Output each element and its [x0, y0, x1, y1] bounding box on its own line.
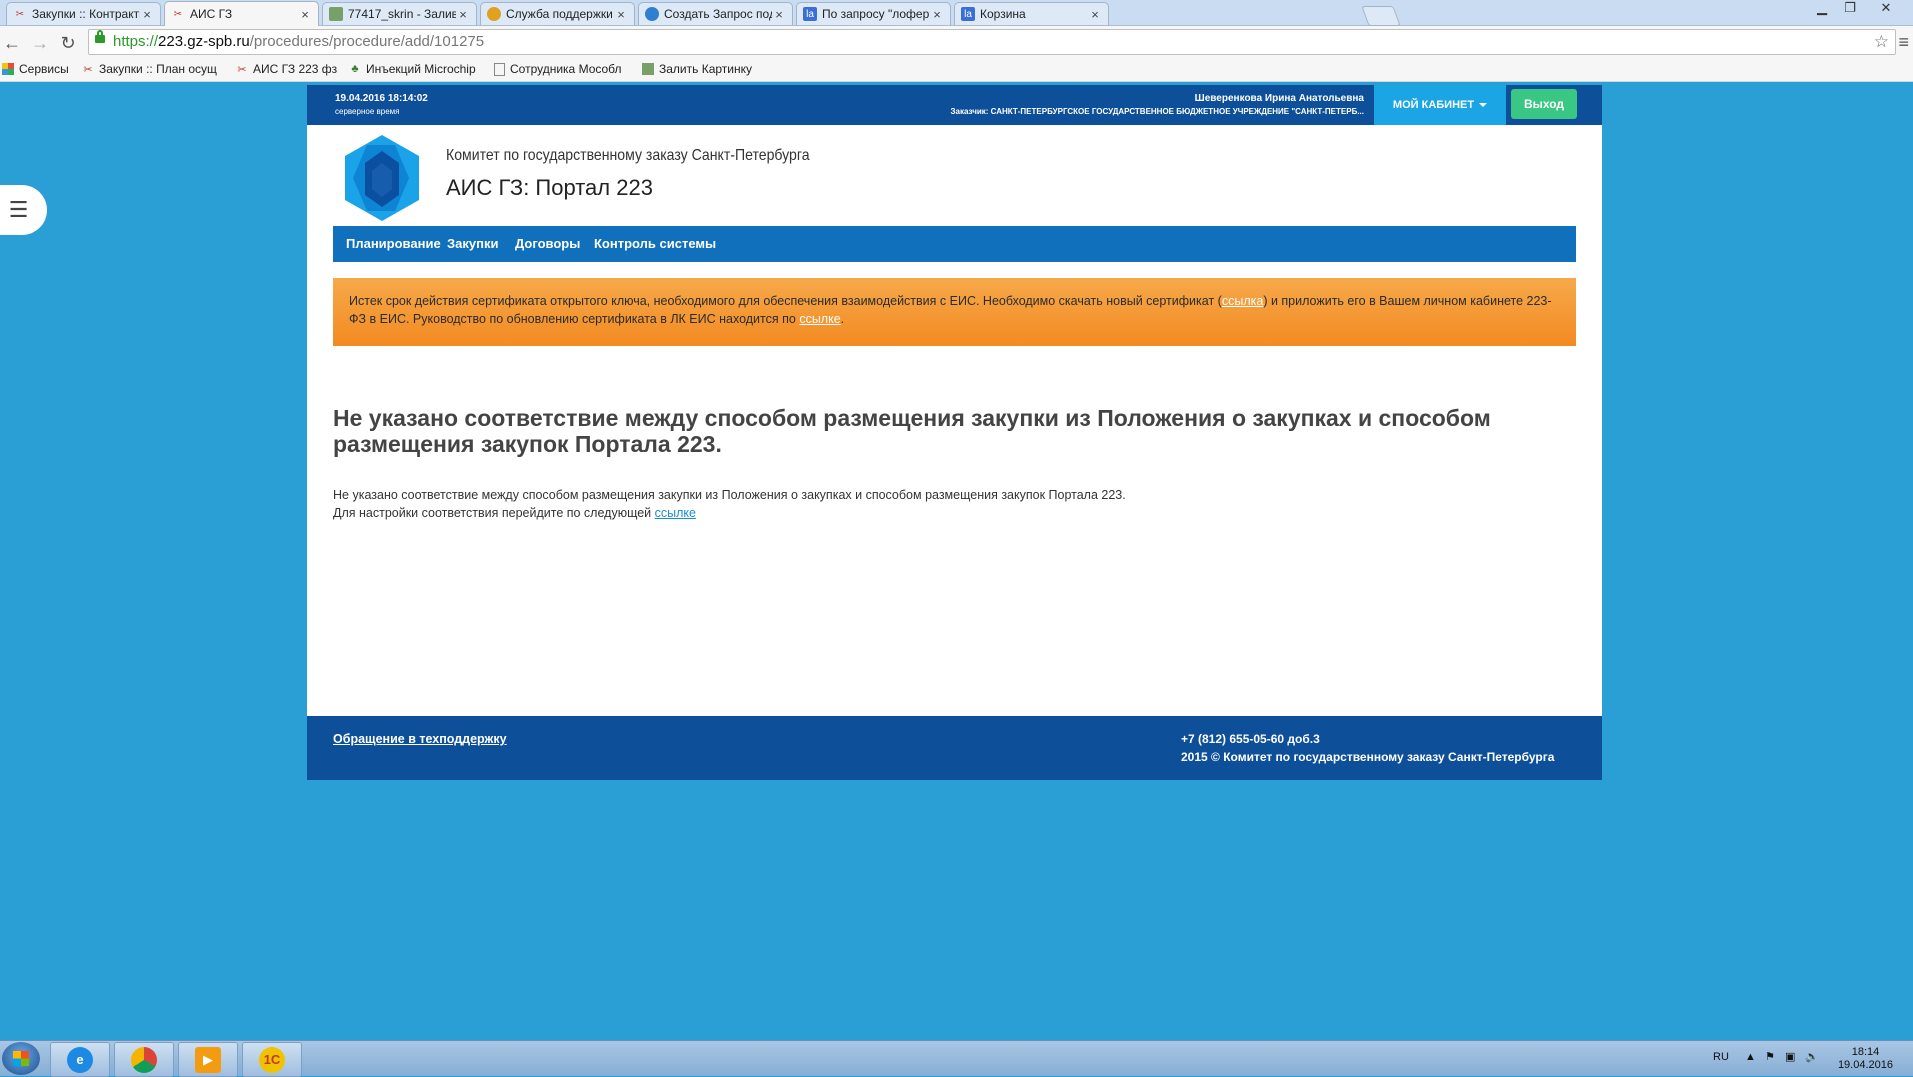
browser-menu-icon[interactable]: ≡	[1898, 32, 1909, 53]
page-footer: Обращение в техподдержку +7 (812) 655-05…	[307, 716, 1602, 780]
nav-item-system-control[interactable]: Контроль системы	[594, 226, 716, 262]
certificate-download-link[interactable]: ссылка	[1222, 294, 1263, 308]
logout-button[interactable]: Выход	[1511, 89, 1577, 119]
bookmark-item[interactable]: ✂ АИС ГЗ 223 фз	[236, 62, 337, 76]
main-content: Комитет по государственному заказу Санкт…	[307, 125, 1602, 716]
user-name: Шеверенкова Ирина Анатольевна	[1194, 93, 1364, 104]
hamburger-icon: ☰	[8, 197, 29, 222]
image-icon	[642, 63, 654, 75]
minimize-icon[interactable]: ▁	[1809, 0, 1835, 18]
close-tab-icon[interactable]: ×	[456, 7, 470, 22]
1c-icon: 1С	[259, 1046, 285, 1073]
lock-icon	[95, 30, 105, 43]
taskbar-1c[interactable]: 1С	[242, 1042, 302, 1077]
volume-icon[interactable]: 🔈	[1805, 1050, 1819, 1063]
windows-taskbar: e ▶ 1С RU ▲ ⚑ ▣ 🔈 18:14 19.04.2016	[0, 1040, 1913, 1077]
network-icon[interactable]: ▣	[1785, 1050, 1795, 1063]
back-icon[interactable]: ←	[0, 31, 24, 55]
browser-tab-strip: ✂ Закупки :: Контракты на × ✂ АИС ГЗ × 7…	[0, 0, 1913, 26]
la-icon: la	[803, 7, 817, 21]
globe-icon	[645, 7, 659, 21]
support-phone: +7 (812) 655-05-60 доб.3	[1181, 732, 1320, 746]
system-tray: RU ▲ ⚑ ▣ 🔈 18:14 19.04.2016	[1653, 1041, 1913, 1076]
sidebar-toggle-button[interactable]: ☰	[0, 185, 47, 235]
close-tab-icon[interactable]: ×	[298, 7, 312, 22]
browser-tab[interactable]: la Корзина ×	[954, 2, 1109, 25]
zakupki-icon: ✂	[173, 8, 183, 20]
bookmark-item[interactable]: ✂ Закупки :: План осущ	[82, 62, 217, 76]
my-cabinet-dropdown[interactable]: МОЙ КАБИНЕТ	[1374, 85, 1506, 125]
close-tab-icon[interactable]: ×	[140, 7, 154, 22]
nav-item-planning[interactable]: Планирование	[346, 226, 441, 262]
zakupki-icon: ✂	[83, 63, 93, 76]
page-title: Не указано соответствие между способом р…	[333, 405, 1491, 457]
apps-icon	[2, 63, 14, 75]
browser-tab[interactable]: Служба поддержки поль ×	[480, 2, 635, 25]
main-nav: Планирование Закупки Договоры Контроль с…	[333, 226, 1576, 262]
bookmark-item[interactable]: Сервисы	[2, 62, 69, 76]
copyright: 2015 © Комитет по государственному заказ…	[1181, 750, 1555, 764]
server-datetime: 19.04.2016 18:14:02	[335, 93, 428, 104]
bookmarks-bar: Сервисы ✂ Закупки :: План осущ ✂ АИС ГЗ …	[0, 59, 1913, 82]
support-icon	[487, 7, 501, 21]
browser-tab[interactable]: Создать Запрос поддер ×	[638, 2, 793, 25]
image-icon	[329, 7, 343, 21]
close-window-icon[interactable]: ✕	[1867, 0, 1905, 18]
browser-tab[interactable]: ✂ Закупки :: Контракты на ×	[6, 2, 161, 25]
page-icon	[494, 62, 505, 76]
caret-down-icon	[1479, 103, 1488, 108]
page-container: 19.04.2016 18:14:02 серверное время Шеве…	[307, 85, 1602, 780]
reload-icon[interactable]: ↻	[56, 31, 80, 55]
new-tab-button[interactable]	[1361, 6, 1401, 26]
ie-icon: e	[67, 1046, 93, 1073]
close-tab-icon[interactable]: ×	[772, 7, 786, 22]
forward-icon[interactable]: →	[28, 31, 52, 55]
taskbar-ie[interactable]: e	[50, 1042, 110, 1077]
close-tab-icon[interactable]: ×	[930, 7, 944, 22]
settings-link[interactable]: ссылке	[655, 506, 696, 520]
address-bar[interactable]: https://223.gz-spb.ru/procedures/procedu…	[88, 29, 1896, 55]
message-text: Не указано соответствие между способом р…	[333, 488, 1126, 520]
flag-icon[interactable]: ⚑	[1765, 1050, 1775, 1063]
zakupki-icon: ✂	[15, 8, 25, 20]
bookmark-star-icon[interactable]: ☆	[1874, 30, 1889, 54]
taskbar-media-player[interactable]: ▶	[178, 1042, 238, 1077]
nav-item-purchases[interactable]: Закупки	[447, 226, 498, 262]
browser-tab-active[interactable]: ✂ АИС ГЗ ×	[164, 1, 319, 26]
server-time-label: серверное время	[335, 107, 400, 116]
portal-logo	[345, 135, 419, 221]
browser-toolbar: ← → ↻ https://223.gz-spb.ru/procedures/p…	[0, 26, 1913, 59]
close-tab-icon[interactable]: ×	[614, 7, 628, 22]
zakupki-icon: ✂	[237, 63, 247, 76]
browser-tab[interactable]: 77417_skrin - Заливка уд ×	[322, 2, 477, 25]
restore-icon[interactable]: ❐	[1837, 0, 1863, 18]
bookmark-item[interactable]: Залить Картинку	[642, 62, 752, 76]
bookmark-item[interactable]: Сотрудника Мособл	[494, 62, 622, 76]
certificate-warning-alert: Истек срок действия сертификата открытог…	[333, 278, 1576, 346]
clock[interactable]: 18:14 19.04.2016	[1838, 1046, 1893, 1072]
org-name: Комитет по государственному заказу Санкт…	[446, 147, 810, 164]
chrome-icon	[131, 1046, 157, 1073]
certificate-guide-link[interactable]: ссылке	[799, 312, 840, 326]
bookmark-item[interactable]: ♣ Инъекций Microchip	[349, 62, 475, 76]
plant-icon: ♣	[351, 63, 359, 75]
close-tab-icon[interactable]: ×	[1088, 7, 1102, 22]
portal-title: АИС ГЗ: Портал 223	[446, 175, 653, 200]
media-player-icon: ▶	[195, 1046, 221, 1073]
nav-item-contracts[interactable]: Договоры	[515, 226, 580, 262]
language-indicator[interactable]: RU	[1713, 1051, 1729, 1063]
la-icon: la	[961, 7, 975, 21]
tray-expand-icon[interactable]: ▲	[1745, 1051, 1756, 1063]
taskbar-chrome[interactable]	[114, 1042, 174, 1077]
top-user-bar: 19.04.2016 18:14:02 серверное время Шеве…	[307, 85, 1602, 125]
start-button[interactable]	[2, 1042, 40, 1075]
customer-name: Заказчик: САНКТ-ПЕТЕРБУРГСКОЕ ГОСУДАРСТВ…	[950, 107, 1364, 116]
browser-tab[interactable]: la По запросу "лоферы же ×	[796, 2, 951, 25]
support-request-link[interactable]: Обращение в техподдержку	[333, 732, 507, 746]
